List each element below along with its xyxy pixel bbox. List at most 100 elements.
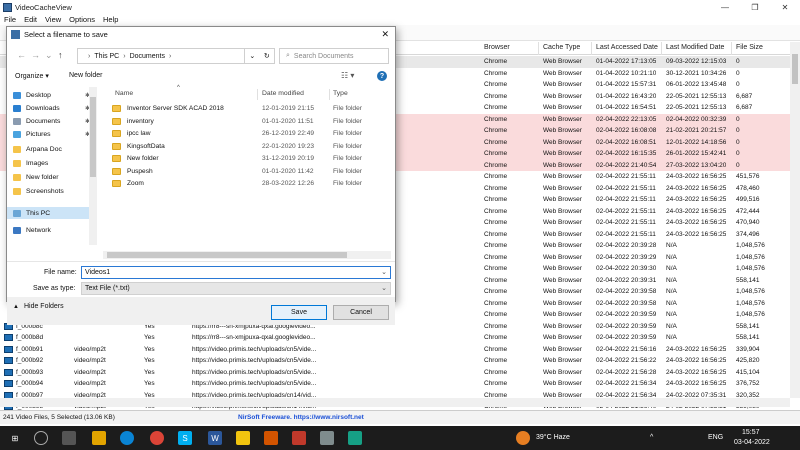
list-horizontal-scrollbar[interactable] <box>0 398 790 407</box>
close-button[interactable]: ✕ <box>770 0 800 14</box>
list-vertical-scrollbar[interactable] <box>790 42 800 398</box>
table-row[interactable]: f_000b91 video/mp2t Yes https://video.primi… <box>0 344 790 356</box>
scroll-thumb[interactable] <box>792 54 798 84</box>
clock-time[interactable]: 15:57 <box>742 429 760 436</box>
address-dropdown-icon[interactable]: ⌄ <box>249 52 255 60</box>
table-row[interactable]: f_000b8d Yes https://rr8---sn-xmjpuxa-qxal… <box>0 332 790 344</box>
file-date: 31-12-2019 20:19 <box>262 155 315 162</box>
cell-browser: Chrome <box>484 299 508 307</box>
col-file-size[interactable]: File Size <box>736 44 763 51</box>
file-row[interactable]: Zoom 28-03-2022 12:26 File folder <box>107 178 391 191</box>
file-scroll-thumb[interactable] <box>107 252 347 258</box>
file-row[interactable]: Puspesh 01-01-2020 11:42 File folder <box>107 166 391 179</box>
clock-date[interactable]: 03-04-2022 <box>734 439 770 446</box>
task-view-icon[interactable] <box>62 431 76 445</box>
hide-folders-toggle[interactable]: ▲ Hide Folders <box>13 303 64 310</box>
nav-item-this-pc[interactable]: This PC <box>7 207 89 219</box>
cell-mime: video/mp2t <box>74 368 106 376</box>
organize-button[interactable]: Organize ▾ <box>15 72 49 80</box>
chrome-icon[interactable] <box>150 431 164 445</box>
col-name[interactable]: Name <box>115 90 133 97</box>
cell-accessed: 01-04-2022 10:21:10 <box>596 69 657 77</box>
search-input[interactable]: ⌕ Search Documents <box>279 48 389 64</box>
tray-overflow-icon[interactable]: ^ <box>650 434 653 441</box>
nav-item-pictures[interactable]: Pictures ✱ <box>13 128 90 140</box>
nav-scroll-thumb[interactable] <box>90 97 96 177</box>
skype-icon[interactable]: S <box>178 431 192 445</box>
menu-view[interactable]: View <box>41 15 65 24</box>
save-button[interactable]: Save <box>271 305 327 320</box>
col-browser[interactable]: Browser <box>484 44 510 51</box>
nav-item-label: Arpana Doc <box>26 145 62 153</box>
col-type[interactable]: Type <box>333 90 348 97</box>
search-icon[interactable] <box>34 431 48 445</box>
edge-icon[interactable] <box>120 431 134 445</box>
nav-item-downloads[interactable]: Downloads ✱ <box>13 102 90 114</box>
breadcrumb-this-pc[interactable]: This PC <box>94 53 119 60</box>
breadcrumb-documents[interactable]: Documents <box>130 53 165 60</box>
file-name-dropdown-icon[interactable]: ⌄ <box>381 268 387 276</box>
col-cache-type[interactable]: Cache Type <box>543 44 580 51</box>
word-icon[interactable]: W <box>208 431 222 445</box>
address-chevron: › <box>123 52 126 60</box>
recent-locations-icon[interactable]: ⌄ <box>45 50 53 61</box>
cancel-button[interactable]: Cancel <box>333 305 389 320</box>
menu-file[interactable]: File <box>0 15 20 24</box>
new-folder-button[interactable]: New folder <box>69 72 102 79</box>
maximize-button[interactable]: ❐ <box>740 0 770 14</box>
view-options-icon[interactable]: ☷ ▾ <box>341 71 354 80</box>
nav-item-documents[interactable]: Documents ✱ <box>13 115 90 127</box>
file-row[interactable]: ipcc law 26-12-2019 22:49 File folder <box>107 128 391 141</box>
cell-browser: Chrome <box>484 138 508 146</box>
nav-item-network[interactable]: Network <box>13 224 51 236</box>
file-date: 01-01-2020 11:42 <box>262 167 314 175</box>
table-row[interactable]: f_000b93 video/mp2t Yes https://video.primi… <box>0 367 790 379</box>
file-row[interactable]: Inventor Server SDK ACAD 2018 12-01-2019 … <box>107 103 391 116</box>
windows-start-icon[interactable]: ⊞ <box>8 431 22 445</box>
file-type: File folder <box>333 117 362 125</box>
nav-item-desktop[interactable]: Desktop ✱ <box>13 89 90 101</box>
folder-icon <box>112 142 121 150</box>
weather-icon[interactable] <box>516 431 530 445</box>
cell-size: 1,048,576 <box>736 288 765 295</box>
menu-help[interactable]: Help <box>99 15 122 24</box>
language-indicator[interactable]: ENG <box>708 434 723 441</box>
file-list-scrollbar[interactable] <box>103 251 391 259</box>
nav-item-arpana-doc[interactable]: Arpana Doc <box>13 143 62 155</box>
explorer-icon[interactable] <box>92 431 106 445</box>
dialog-close-button[interactable]: ✕ <box>381 29 389 40</box>
app-icon-red[interactable] <box>292 431 306 445</box>
file-name-field[interactable]: Videos1 ⌄ <box>81 266 391 279</box>
save-type-select[interactable]: Text File (*.txt) ⌄ <box>81 282 391 295</box>
weather-text[interactable]: 39°C Haze <box>536 434 570 441</box>
col-date-modified[interactable]: Date modified <box>262 90 304 97</box>
address-bar[interactable]: › This PC › Documents › <box>77 48 245 64</box>
file-row[interactable]: inventory 01-01-2020 11:51 File folder <box>107 116 391 129</box>
minimize-button[interactable]: — <box>710 0 740 14</box>
nav-item-images[interactable]: Images <box>13 157 48 169</box>
refresh-icon[interactable]: ↻ <box>264 52 270 60</box>
up-arrow-icon[interactable]: ↑ <box>58 50 63 60</box>
cell-cache: Web Browser <box>543 357 582 364</box>
file-name: KingsoftData <box>127 142 165 150</box>
menu-edit[interactable]: Edit <box>20 15 41 24</box>
nirsoft-link[interactable]: NirSoft Freeware. https://www.nirsoft.ne… <box>238 414 364 421</box>
nav-scrollbar[interactable] <box>89 87 97 245</box>
sticky-notes-icon[interactable] <box>236 431 250 445</box>
videocacheview-taskbar-icon[interactable] <box>348 431 362 445</box>
menu-options[interactable]: Options <box>65 15 99 24</box>
file-row[interactable]: KingsoftData 22-01-2020 19:23 File folder <box>107 141 391 154</box>
app-icon-gray[interactable] <box>320 431 334 445</box>
help-icon[interactable]: ? <box>377 71 387 81</box>
back-arrow-icon[interactable]: ← <box>17 50 26 60</box>
table-row[interactable]: f_000b94 video/mp2t Yes https://video.primi… <box>0 378 790 390</box>
table-row[interactable]: f_000b92 video/mp2t Yes https://video.primi… <box>0 355 790 367</box>
col-last-modified[interactable]: Last Modified Date <box>666 44 724 51</box>
file-row[interactable]: New folder 31-12-2019 20:19 File folder <box>107 153 391 166</box>
forward-arrow-icon[interactable]: → <box>31 50 40 60</box>
cell-accessed: 02-04-2022 16:08:08 <box>596 127 657 134</box>
app-icon-orange[interactable] <box>264 431 278 445</box>
col-last-accessed[interactable]: Last Accessed Date <box>596 44 658 51</box>
nav-item-screenshots[interactable]: Screenshots <box>13 185 64 197</box>
nav-item-new-folder[interactable]: New folder <box>13 171 59 183</box>
